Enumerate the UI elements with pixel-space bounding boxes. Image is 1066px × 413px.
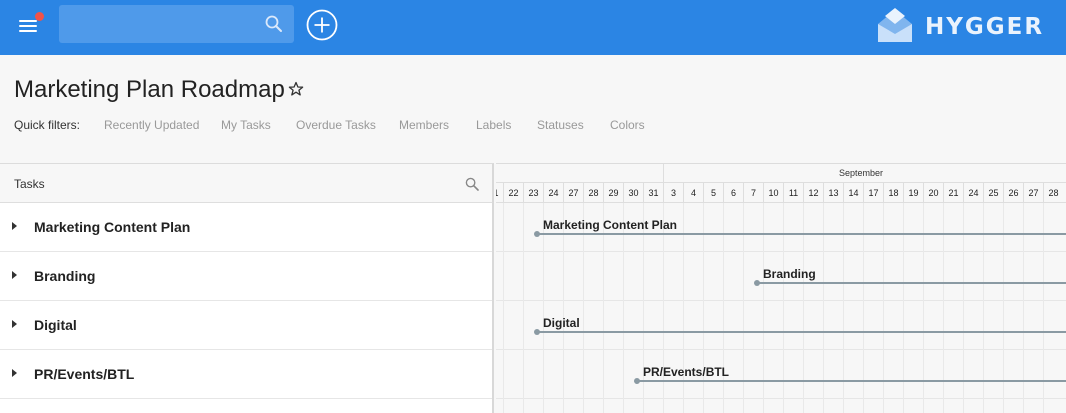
task-bar-label: Branding bbox=[763, 267, 816, 281]
top-bar: HYGGER bbox=[0, 0, 1066, 55]
notification-dot bbox=[35, 12, 44, 21]
day-cell: 19 bbox=[903, 183, 923, 203]
day-cell: 23 bbox=[523, 183, 543, 203]
day-cell: 5 bbox=[703, 183, 723, 203]
task-bar-label: Marketing Content Plan bbox=[543, 218, 678, 232]
day-cell: 12 bbox=[803, 183, 823, 203]
task-row-digital[interactable]: Digital bbox=[0, 301, 492, 350]
day-cell: 31 bbox=[643, 183, 663, 203]
expand-caret-icon[interactable] bbox=[12, 222, 17, 230]
menu-icon bbox=[19, 20, 37, 22]
grid-line bbox=[503, 203, 504, 413]
task-bar[interactable] bbox=[637, 380, 1066, 382]
filter-recently-updated[interactable]: Recently Updated bbox=[104, 118, 199, 132]
filter-colors[interactable]: Colors bbox=[610, 118, 645, 132]
task-bar-start-handle[interactable] bbox=[534, 329, 540, 335]
tasks-search-icon[interactable] bbox=[465, 177, 479, 191]
menu-button[interactable] bbox=[14, 12, 44, 36]
month-divider bbox=[663, 164, 664, 183]
day-cell: 6 bbox=[723, 183, 743, 203]
day-cell: 24 bbox=[543, 183, 563, 203]
day-cell: 27 bbox=[1023, 183, 1043, 203]
expand-caret-icon[interactable] bbox=[12, 369, 17, 377]
global-search[interactable] bbox=[59, 5, 294, 43]
global-search-input[interactable] bbox=[69, 13, 259, 35]
gantt-row bbox=[496, 350, 1066, 399]
day-cell: 26 bbox=[1003, 183, 1023, 203]
tasks-header: Tasks bbox=[0, 164, 492, 203]
search-icon[interactable] bbox=[264, 14, 284, 34]
task-bar[interactable] bbox=[757, 282, 1066, 284]
gantt-timeline[interactable]: September 212223242728293031345671011121… bbox=[496, 163, 1066, 413]
expand-caret-icon[interactable] bbox=[12, 320, 17, 328]
task-name: Branding bbox=[34, 268, 96, 284]
day-cell: 18 bbox=[883, 183, 903, 203]
task-bar-label: PR/Events/BTL bbox=[643, 365, 730, 379]
day-cell: 10 bbox=[763, 183, 783, 203]
menu-icon-line bbox=[19, 30, 37, 32]
day-cell: 13 bbox=[823, 183, 843, 203]
menu-icon-line bbox=[19, 25, 37, 27]
filter-members[interactable]: Members bbox=[399, 118, 449, 132]
day-cell: 28 bbox=[1043, 183, 1063, 203]
add-button[interactable] bbox=[306, 9, 338, 41]
day-cell: 24 bbox=[963, 183, 983, 203]
day-header: 2122232427282930313456710111213141718192… bbox=[496, 183, 1066, 203]
filter-my-tasks[interactable]: My Tasks bbox=[221, 118, 271, 132]
gantt-row bbox=[496, 301, 1066, 350]
task-bar-start-handle[interactable] bbox=[634, 378, 640, 384]
task-name: PR/Events/BTL bbox=[34, 366, 135, 382]
page-title: Marketing Plan Roadmap bbox=[14, 76, 285, 103]
day-cell: 21 bbox=[943, 183, 963, 203]
task-row-pr-events-btl[interactable]: PR/Events/BTL bbox=[0, 350, 492, 399]
month-label: September bbox=[839, 168, 884, 178]
day-cell: 11 bbox=[783, 183, 803, 203]
filter-overdue-tasks[interactable]: Overdue Tasks bbox=[296, 118, 376, 132]
day-cell: 28 bbox=[583, 183, 603, 203]
month-header: September bbox=[496, 164, 1066, 183]
logo-icon bbox=[878, 8, 912, 42]
day-cell: 17 bbox=[863, 183, 883, 203]
filter-labels[interactable]: Labels bbox=[476, 118, 511, 132]
day-cell: 22 bbox=[503, 183, 523, 203]
task-row-marketing-content-plan[interactable]: Marketing Content Plan bbox=[0, 203, 492, 252]
logo-text: HYGGER bbox=[925, 14, 1045, 40]
day-cell: 27 bbox=[563, 183, 583, 203]
filter-statuses[interactable]: Statuses bbox=[537, 118, 584, 132]
tasks-panel: Tasks Marketing Content Plan Branding Di… bbox=[0, 163, 494, 413]
task-bar-start-handle[interactable] bbox=[534, 231, 540, 237]
day-cell: 3 bbox=[663, 183, 683, 203]
quick-filters-label: Quick filters: bbox=[14, 118, 81, 132]
task-name: Marketing Content Plan bbox=[34, 219, 191, 235]
day-cell: 4 bbox=[683, 183, 703, 203]
task-bar[interactable] bbox=[537, 233, 1066, 235]
favorite-star-icon[interactable] bbox=[288, 81, 304, 97]
task-bar[interactable] bbox=[537, 331, 1066, 333]
day-cell: 29 bbox=[603, 183, 623, 203]
day-cell: 30 bbox=[623, 183, 643, 203]
day-cell: 14 bbox=[843, 183, 863, 203]
day-cell: 21 bbox=[496, 183, 503, 203]
task-bar-label: Digital bbox=[543, 316, 580, 330]
grid-line bbox=[523, 203, 524, 413]
hygger-logo[interactable]: HYGGER bbox=[875, 6, 1045, 46]
day-cell: 25 bbox=[983, 183, 1003, 203]
day-cell: 20 bbox=[923, 183, 943, 203]
task-bar-start-handle[interactable] bbox=[754, 280, 760, 286]
task-name: Digital bbox=[34, 317, 77, 333]
tasks-header-label: Tasks bbox=[14, 177, 45, 191]
day-cell: 7 bbox=[743, 183, 763, 203]
task-row-branding[interactable]: Branding bbox=[0, 252, 492, 301]
expand-caret-icon[interactable] bbox=[12, 271, 17, 279]
